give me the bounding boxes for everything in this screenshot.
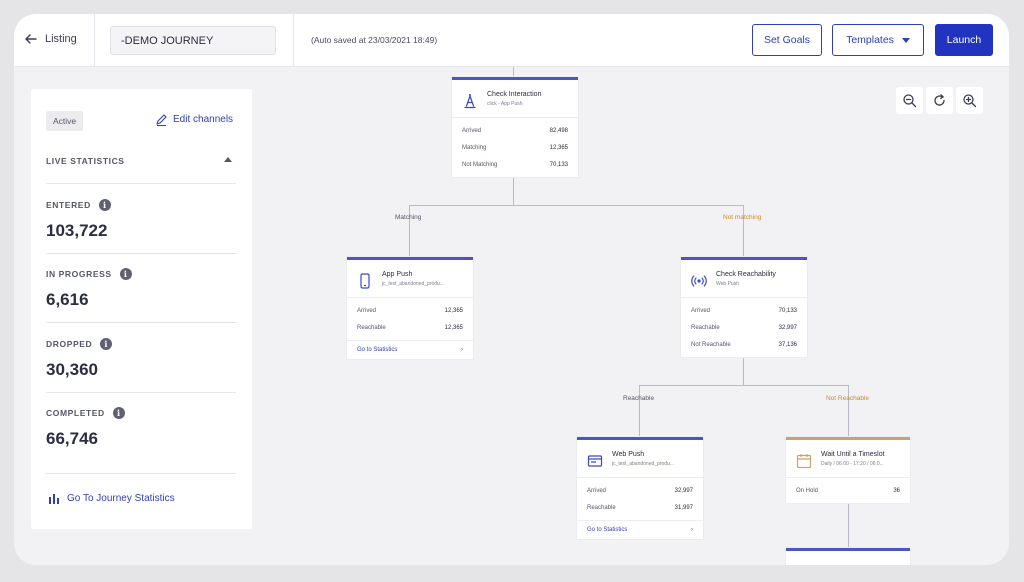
- browser-window-icon: [587, 455, 603, 467]
- top-bar: Listing (Auto saved at 23/03/2021 18:49)…: [14, 14, 1009, 67]
- journey-name-input[interactable]: [110, 26, 276, 55]
- node-subtitle: jc_test_abandoned_produ...: [382, 281, 444, 287]
- info-icon[interactable]: i: [112, 407, 125, 419]
- stat-value-completed: 66,746: [46, 429, 98, 448]
- connector-line: [743, 205, 744, 257]
- connector-line: [639, 385, 849, 386]
- chevron-down-icon: [901, 37, 910, 43]
- node-check-reachability[interactable]: Check Reachability Web Push Arrived 70,13…: [681, 257, 807, 357]
- collapse-toggle-icon[interactable]: [224, 157, 232, 162]
- divider: [46, 253, 236, 254]
- live-statistics-heading: LIVE STATISTICS: [46, 156, 125, 166]
- connector-line: [639, 385, 640, 437]
- go-to-statistics-link[interactable]: Go to Statistics ›: [347, 340, 473, 359]
- node-subtitle: Daily / 06:00 - 17:20 / 06:0...: [821, 461, 884, 467]
- go-to-statistics-link[interactable]: Go to Statistics ›: [577, 520, 703, 539]
- node-title: Check Interaction: [487, 91, 542, 98]
- stat-label-dropped: DROPPED i: [46, 338, 113, 350]
- node-check-interaction[interactable]: Check Interaction click - App Push Arriv…: [452, 77, 578, 177]
- node-stat-row: Arrived 12,365: [357, 307, 463, 314]
- node-subtitle: jc_test_abandoned_produ...: [612, 461, 674, 467]
- stat-label-in-progress: IN PROGRESS i: [46, 268, 132, 280]
- branch-label-not-matching: Not matching: [723, 214, 762, 221]
- node-title: Wait Until a Timeslot: [821, 451, 885, 458]
- divider: [46, 392, 236, 393]
- node-stat-row: Reachable 31,997: [587, 504, 693, 511]
- node-title: Web Push: [612, 451, 645, 458]
- divider: [94, 14, 95, 67]
- divider: [293, 14, 294, 67]
- chevron-right-icon: ›: [691, 527, 693, 533]
- divider: [46, 183, 236, 184]
- node-stat-row: Arrived 70,133: [691, 307, 797, 314]
- node-stat-row: Reachable 32,997: [691, 324, 797, 331]
- mobile-phone-icon: [360, 273, 370, 289]
- pencil-icon: [156, 114, 167, 126]
- connector-line: [513, 177, 514, 205]
- node-stat-row: Not Matching 70,133: [462, 161, 568, 168]
- connector-line: [513, 67, 514, 77]
- zoom-in-button[interactable]: [956, 87, 983, 114]
- autosave-status: (Auto saved at 23/03/2021 18:49): [311, 35, 438, 45]
- arrow-left-icon: [25, 34, 37, 44]
- zoom-out-button[interactable]: [896, 87, 923, 114]
- status-badge: Active: [46, 111, 84, 131]
- node-wait-until-timeslot[interactable]: Wait Until a Timeslot Daily / 06:00 - 17…: [786, 437, 910, 503]
- branch-label-not-reachable: Not Reachable: [826, 395, 869, 402]
- divider: [46, 322, 236, 323]
- node-next-partial[interactable]: [786, 548, 910, 565]
- connector-line: [409, 205, 744, 206]
- zoom-out-icon: [903, 94, 917, 108]
- branch-label-matching: Matching: [395, 214, 422, 221]
- connector-line: [848, 385, 849, 437]
- connector-line: [409, 205, 410, 257]
- info-icon[interactable]: i: [100, 338, 113, 350]
- broadcast-icon: [691, 275, 707, 287]
- connector-line: [743, 355, 744, 385]
- info-icon[interactable]: i: [119, 268, 132, 280]
- bar-chart-icon: [49, 494, 59, 504]
- node-title: Check Reachability: [716, 271, 776, 278]
- set-goals-button[interactable]: Set Goals: [752, 24, 822, 56]
- node-web-push[interactable]: Web Push jc_test_abandoned_produ... Arri…: [577, 437, 703, 539]
- stat-value-entered: 103,722: [46, 221, 108, 240]
- calendar-icon: [796, 454, 812, 469]
- app-window: Listing (Auto saved at 23/03/2021 18:49)…: [14, 14, 1009, 565]
- node-stat-row: Not Reachable 37,136: [691, 341, 797, 348]
- node-stat-row: On Hold 36: [796, 487, 900, 494]
- node-stat-row: Arrived 32,997: [587, 487, 693, 494]
- node-stat-row: Arrived 82,498: [462, 127, 568, 134]
- stat-value-dropped: 30,360: [46, 360, 98, 379]
- back-to-listing-link[interactable]: Listing: [24, 32, 77, 46]
- chevron-right-icon: ›: [461, 347, 463, 353]
- branch-label-reachable: Reachable: [623, 395, 655, 402]
- node-stat-row: Reachable 12,365: [357, 324, 463, 331]
- node-stat-row: Matching 12,365: [462, 144, 568, 151]
- live-statistics-panel: Active Edit channels LIVE STATISTICS ENT…: [31, 89, 252, 529]
- edit-channels-link[interactable]: Edit channels: [155, 113, 233, 126]
- back-label: Listing: [45, 33, 77, 45]
- node-subtitle: click - App Push: [487, 101, 523, 107]
- tap-icon: [464, 94, 476, 109]
- stat-label-entered: ENTERED i: [46, 199, 111, 211]
- zoom-in-icon: [963, 94, 977, 108]
- reset-zoom-button[interactable]: [926, 87, 953, 114]
- connector-line: [848, 500, 849, 548]
- info-icon[interactable]: i: [98, 199, 111, 211]
- stat-label-completed: COMPLETED i: [46, 407, 125, 419]
- refresh-icon: [934, 94, 945, 106]
- node-subtitle: Web Push: [716, 281, 739, 287]
- go-to-journey-statistics-link[interactable]: Go To Journey Statistics: [48, 492, 175, 504]
- node-title: App Push: [382, 271, 413, 278]
- stat-value-in-progress: 6,616: [46, 290, 89, 309]
- templates-dropdown[interactable]: Templates: [832, 24, 924, 56]
- node-app-push[interactable]: App Push jc_test_abandoned_produ... Arri…: [347, 257, 473, 359]
- launch-button[interactable]: Launch: [935, 24, 993, 56]
- divider: [46, 473, 236, 474]
